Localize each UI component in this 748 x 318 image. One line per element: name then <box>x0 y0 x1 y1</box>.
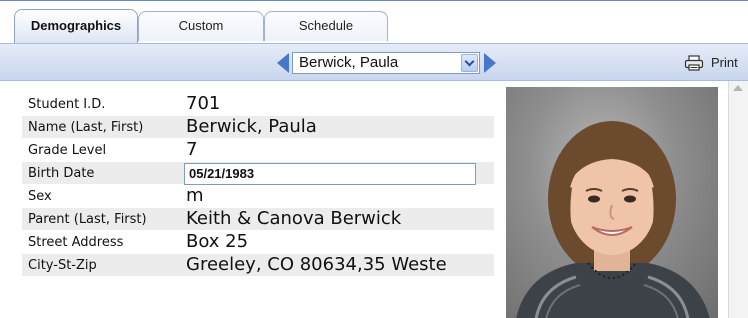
student-photo <box>506 87 718 318</box>
student-select[interactable]: Berwick, Paula <box>292 52 480 74</box>
birth-date-field[interactable]: 05/21/1983 <box>184 163 476 185</box>
field-label: Street Address <box>28 235 124 250</box>
student-record-window: Demographics Custom Schedule Berwick, Pa… <box>0 0 748 318</box>
demographics-fields: Student I.D. 701 Name (Last, First) Berw… <box>22 93 494 277</box>
field-value: Box 25 <box>186 231 249 252</box>
field-value: m <box>186 185 204 206</box>
printer-icon <box>684 55 704 71</box>
print-label: Print <box>711 55 738 70</box>
tab-custom[interactable]: Custom <box>138 11 264 41</box>
chevron-down-icon <box>464 56 475 67</box>
dropdown-button[interactable] <box>461 54 478 72</box>
scroll-up-icon[interactable] <box>733 85 743 91</box>
field-label: Birth Date <box>28 166 95 181</box>
previous-student-icon[interactable] <box>277 53 289 73</box>
tab-bar: Demographics Custom Schedule <box>0 1 748 43</box>
tab-demographics[interactable]: Demographics <box>14 9 138 43</box>
field-label: Sex <box>28 189 52 204</box>
tab-schedule[interactable]: Schedule <box>264 11 388 41</box>
field-label: Grade Level <box>28 143 107 158</box>
field-value: 7 <box>186 139 198 160</box>
field-label: Name (Last, First) <box>28 120 144 135</box>
field-row-sex: Sex m <box>22 185 494 208</box>
field-label: City-St-Zip <box>28 258 97 273</box>
field-row-birth-date: Birth Date 05/21/1983 <box>22 162 494 185</box>
field-value: Keith & Canova Berwick <box>186 208 402 229</box>
student-portrait-image <box>516 121 710 318</box>
field-value: 701 <box>186 93 221 114</box>
field-row-grade-level: Grade Level 7 <box>22 139 494 162</box>
selected-student-text: Berwick, Paula <box>299 54 399 71</box>
field-row-student-id: Student I.D. 701 <box>22 93 494 116</box>
field-label: Parent (Last, First) <box>28 212 147 227</box>
record-navigation-bar: Berwick, Paula Print <box>0 43 748 81</box>
field-label: Student I.D. <box>28 97 106 112</box>
field-row-street-address: Street Address Box 25 <box>22 231 494 254</box>
field-row-parent: Parent (Last, First) Keith & Canova Berw… <box>22 208 494 231</box>
field-value: Greeley, CO 80634,35 Weste <box>186 254 447 275</box>
field-value: Berwick, Paula <box>186 116 317 137</box>
next-student-icon[interactable] <box>484 53 496 73</box>
vertical-scrollbar[interactable] <box>728 81 748 318</box>
field-row-city-st-zip: City-St-Zip Greeley, CO 80634,35 Weste <box>22 254 494 277</box>
field-row-name: Name (Last, First) Berwick, Paula <box>22 116 494 139</box>
